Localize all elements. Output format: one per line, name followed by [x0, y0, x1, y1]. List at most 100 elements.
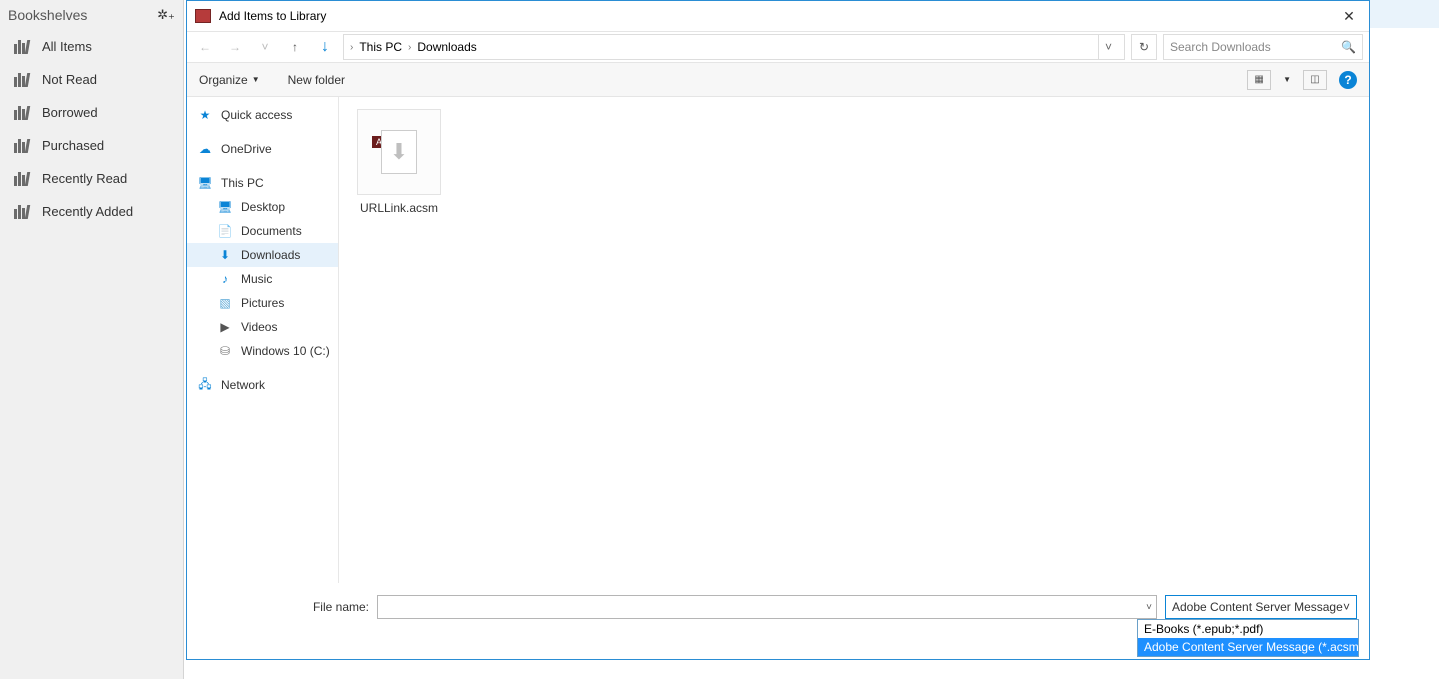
recent-locations-button[interactable]: ˅: [253, 35, 277, 59]
file-dialog: Add Items to Library ✕ ← → ˅ ↑ ↓ › This …: [186, 0, 1370, 660]
library-item-label: Recently Read: [42, 171, 127, 186]
books-icon: [14, 139, 30, 153]
tree-label: OneDrive: [221, 142, 272, 156]
new-folder-label: New folder: [288, 73, 345, 87]
filetype-dropdown: E-Books (*.epub;*.pdf) Adobe Content Ser…: [1137, 619, 1359, 657]
toolbar: Organize ▼ New folder ▦ ▼ ◫ ?: [187, 63, 1369, 97]
background-strip: [1367, 0, 1439, 28]
tree-drive-c[interactable]: ⛁ Windows 10 (C:): [187, 339, 338, 363]
dialog-bottom: File name: ˅ Adobe Content Server Messag…: [187, 583, 1369, 659]
tree-documents[interactable]: 📄 Documents: [187, 219, 338, 243]
refresh-button[interactable]: ↻: [1131, 34, 1157, 60]
download-arrow-icon: ↓: [313, 35, 337, 59]
library-title: Bookshelves: [8, 7, 87, 23]
breadcrumb-current[interactable]: Downloads: [417, 40, 476, 54]
address-bar-row: ← → ˅ ↑ ↓ › This PC › Downloads ˅ ↻ Sear…: [187, 31, 1369, 63]
filetype-selected-label: Adobe Content Server Message: [1172, 600, 1343, 614]
filetype-select[interactable]: Adobe Content Server Message ˅: [1165, 595, 1357, 619]
library-item-label: Recently Added: [42, 204, 133, 219]
help-icon[interactable]: ?: [1339, 71, 1357, 89]
chevron-right-icon: ›: [408, 42, 411, 53]
chevron-down-icon: ˅: [1343, 600, 1350, 614]
music-icon: ♪: [217, 272, 233, 286]
file-item-acsm[interactable]: ACSM URLLink.acsm: [353, 105, 445, 219]
books-icon: [14, 172, 30, 186]
back-button[interactable]: ←: [193, 35, 217, 59]
books-icon: [14, 205, 30, 219]
library-item-recently-read[interactable]: Recently Read: [0, 162, 183, 195]
pc-icon: 🖥: [197, 176, 213, 190]
tree-label: Desktop: [241, 200, 285, 214]
tree-label: This PC: [221, 176, 264, 190]
tree-label: Documents: [241, 224, 302, 238]
new-folder-button[interactable]: New folder: [288, 73, 345, 87]
library-item-recently-added[interactable]: Recently Added: [0, 195, 183, 228]
tree-music[interactable]: ♪ Music: [187, 267, 338, 291]
chevron-down-icon[interactable]: ▼: [1283, 75, 1291, 84]
up-button[interactable]: ↑: [283, 35, 307, 59]
tree-videos[interactable]: ▶ Videos: [187, 315, 338, 339]
library-list: All Items Not Read Borrowed Purchased Re…: [0, 30, 183, 228]
view-thumbnails-button[interactable]: ▦: [1247, 70, 1271, 90]
dialog-main: ★ Quick access ☁OneDrive 🖥 This PC 🖥 Deskto…: [187, 97, 1369, 583]
network-icon: 🖧: [197, 378, 213, 392]
tree-label: Windows 10 (C:): [241, 344, 330, 358]
preview-pane-button[interactable]: ◫: [1303, 70, 1327, 90]
gear-icon[interactable]: ✲₊: [157, 6, 175, 24]
breadcrumb[interactable]: › This PC › Downloads ˅: [343, 34, 1125, 60]
tree-label: Videos: [241, 320, 277, 334]
app-icon: [195, 9, 211, 23]
filename-label: File name:: [199, 600, 369, 614]
dialog-title: Add Items to Library: [219, 9, 326, 23]
search-icon: 🔍: [1341, 40, 1356, 54]
library-item-label: Borrowed: [42, 105, 98, 120]
tree-label: Pictures: [241, 296, 284, 310]
star-icon: ★: [197, 108, 213, 122]
chevron-down-icon[interactable]: ˅: [1146, 602, 1152, 613]
tree-network[interactable]: 🖧 Network: [187, 373, 338, 397]
download-icon: ⬇: [217, 248, 233, 262]
breadcrumb-root[interactable]: This PC: [359, 40, 402, 54]
close-button[interactable]: ✕: [1337, 4, 1361, 28]
download-file-icon: [381, 130, 417, 174]
filename-row: File name: ˅ Adobe Content Server Messag…: [199, 595, 1357, 619]
filetype-option-ebooks[interactable]: E-Books (*.epub;*.pdf): [1138, 620, 1358, 638]
chevron-down-icon: ▼: [252, 75, 260, 84]
drive-icon: ⛁: [217, 344, 233, 358]
library-item-not-read[interactable]: Not Read: [0, 63, 183, 96]
pictures-icon: ▧: [217, 296, 233, 310]
tree-onedrive[interactable]: ☁OneDrive: [187, 137, 338, 161]
organize-menu[interactable]: Organize ▼: [199, 73, 260, 87]
desktop-icon: 🖥: [217, 200, 233, 214]
library-item-label: Not Read: [42, 72, 97, 87]
library-sidebar: Bookshelves ✲₊ All Items Not Read Borrow…: [0, 0, 184, 679]
breadcrumb-dropdown[interactable]: ˅: [1098, 35, 1118, 59]
chevron-right-icon: ›: [350, 42, 353, 53]
tree-quick-access[interactable]: ★ Quick access: [187, 103, 338, 127]
file-name: URLLink.acsm: [360, 201, 438, 215]
videos-icon: ▶: [217, 320, 233, 334]
tree-label: Music: [241, 272, 272, 286]
organize-label: Organize: [199, 73, 248, 87]
tree-pictures[interactable]: ▧ Pictures: [187, 291, 338, 315]
documents-icon: 📄: [217, 224, 233, 238]
tree-this-pc[interactable]: 🖥 This PC: [187, 171, 338, 195]
forward-button[interactable]: →: [223, 35, 247, 59]
tree-label: Quick access: [221, 108, 292, 122]
filetype-option-acsm[interactable]: Adobe Content Server Message (*.acsm): [1138, 638, 1358, 656]
tree-desktop[interactable]: 🖥 Desktop: [187, 195, 338, 219]
library-header: Bookshelves ✲₊: [0, 0, 183, 30]
search-input[interactable]: Search Downloads 🔍: [1163, 34, 1363, 60]
nav-tree: ★ Quick access ☁OneDrive 🖥 This PC 🖥 Deskto…: [187, 97, 339, 583]
tree-label: Network: [221, 378, 265, 392]
tree-downloads[interactable]: ⬇Downloads: [187, 243, 338, 267]
filename-input[interactable]: ˅: [377, 595, 1157, 619]
file-pane[interactable]: ACSM URLLink.acsm: [339, 97, 1369, 583]
library-item-purchased[interactable]: Purchased: [0, 129, 183, 162]
file-thumbnail: ACSM: [357, 109, 441, 195]
library-item-label: All Items: [42, 39, 92, 54]
library-item-all-items[interactable]: All Items: [0, 30, 183, 63]
library-item-label: Purchased: [42, 138, 104, 153]
search-placeholder: Search Downloads: [1170, 40, 1271, 54]
library-item-borrowed[interactable]: Borrowed: [0, 96, 183, 129]
